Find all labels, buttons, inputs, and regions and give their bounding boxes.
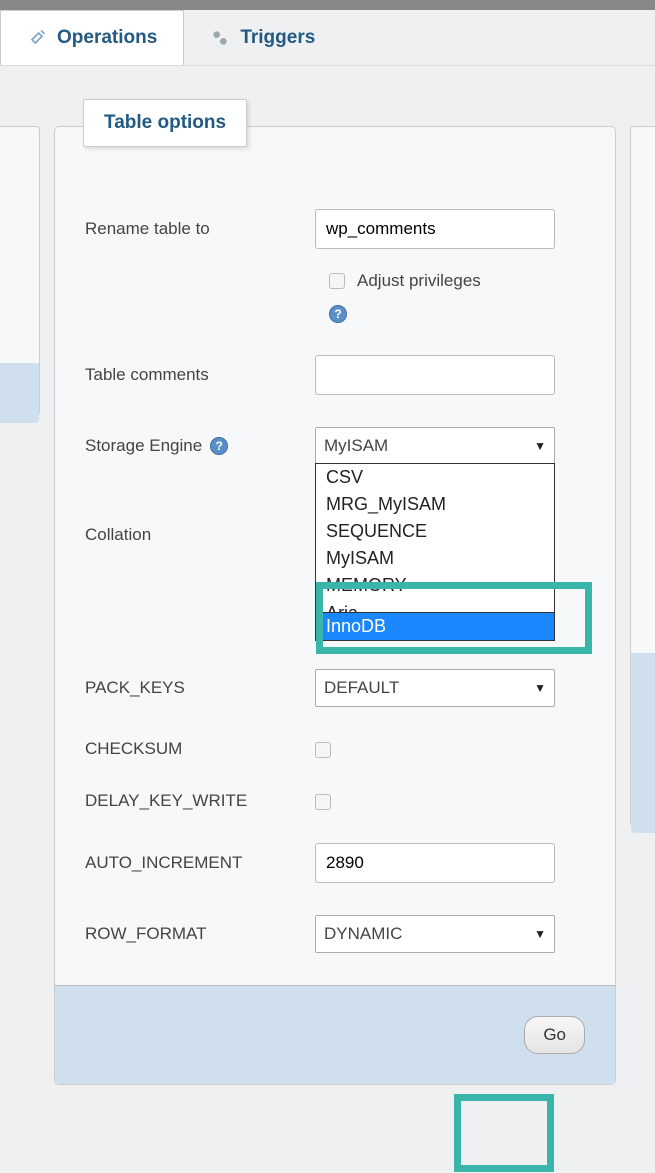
auto-increment-input[interactable] bbox=[315, 843, 555, 883]
tab-triggers-label: Triggers bbox=[240, 27, 315, 49]
tab-bar: Operations Triggers bbox=[0, 10, 655, 66]
delay-key-write-checkbox[interactable] bbox=[315, 794, 331, 810]
chevron-down-icon: ▼ bbox=[534, 681, 546, 695]
storage-engine-label: Storage Engine ? bbox=[85, 436, 315, 456]
adjust-privileges-label: Adjust privileges bbox=[357, 271, 481, 291]
storage-engine-value: MyISAM bbox=[324, 436, 388, 456]
comments-label: Table comments bbox=[85, 365, 315, 385]
tab-operations-label: Operations bbox=[57, 27, 157, 49]
help-icon[interactable]: ? bbox=[329, 305, 347, 323]
engine-option-myisam[interactable]: MyISAM bbox=[316, 545, 554, 572]
engine-option-mrg-myisam[interactable]: MRG_MyISAM bbox=[316, 491, 554, 518]
field-comments: Table comments bbox=[85, 355, 585, 395]
auto-increment-label: AUTO_INCREMENT bbox=[85, 853, 315, 873]
adjacent-panel-left bbox=[0, 126, 40, 416]
storage-engine-select[interactable]: MyISAM ▼ bbox=[315, 427, 555, 465]
pack-keys-value: DEFAULT bbox=[324, 678, 399, 698]
annotation-highlight-go bbox=[454, 1094, 554, 1172]
field-auto-increment: AUTO_INCREMENT bbox=[85, 843, 585, 883]
rename-label: Rename table to bbox=[85, 219, 315, 239]
engine-option-csv[interactable]: CSV bbox=[316, 464, 554, 491]
wrench-icon bbox=[27, 28, 47, 48]
help-icon[interactable]: ? bbox=[210, 437, 228, 455]
storage-engine-dropdown: CSV MRG_MyISAM SEQUENCE MyISAM MEMORY Ar… bbox=[315, 463, 555, 641]
engine-option-sequence[interactable]: SEQUENCE bbox=[316, 518, 554, 545]
engine-option-aria[interactable]: Aria bbox=[316, 599, 554, 613]
chevron-down-icon: ▼ bbox=[534, 927, 546, 941]
rename-input[interactable] bbox=[315, 209, 555, 249]
table-options-panel: Table options Rename table to Adjust pri… bbox=[54, 126, 616, 1085]
field-row-format: ROW_FORMAT DYNAMIC ▼ bbox=[85, 915, 585, 953]
field-delay-key-write: DELAY_KEY_WRITE bbox=[85, 791, 585, 811]
field-storage-engine: Storage Engine ? MyISAM ▼ CSV MRG_MyISAM… bbox=[85, 427, 585, 465]
chevron-down-icon: ▼ bbox=[534, 439, 546, 453]
tab-operations[interactable]: Operations bbox=[0, 10, 184, 65]
content-area: Table options Rename table to Adjust pri… bbox=[0, 66, 655, 1105]
adjust-privileges-row: Adjust privileges bbox=[329, 271, 585, 291]
window-top-bar bbox=[0, 0, 655, 10]
checksum-label: CHECKSUM bbox=[85, 739, 315, 759]
panel-title-wrap: Table options bbox=[83, 99, 247, 147]
adjust-privileges-checkbox[interactable] bbox=[329, 273, 345, 289]
field-rename: Rename table to bbox=[85, 209, 585, 249]
delay-key-write-label: DELAY_KEY_WRITE bbox=[85, 791, 315, 811]
row-format-label: ROW_FORMAT bbox=[85, 924, 315, 944]
panel-footer: Go bbox=[55, 985, 615, 1084]
comments-input[interactable] bbox=[315, 355, 555, 395]
adjacent-panel-right bbox=[630, 126, 655, 826]
pack-keys-label: PACK_KEYS bbox=[85, 678, 315, 698]
field-pack-keys: PACK_KEYS DEFAULT ▼ bbox=[85, 669, 585, 707]
engine-option-memory[interactable]: MEMORY bbox=[316, 572, 554, 599]
field-checksum: CHECKSUM bbox=[85, 739, 585, 759]
engine-option-innodb[interactable]: InnoDB bbox=[316, 613, 554, 640]
row-format-select[interactable]: DYNAMIC ▼ bbox=[315, 915, 555, 953]
pack-keys-select[interactable]: DEFAULT ▼ bbox=[315, 669, 555, 707]
gears-icon bbox=[210, 28, 230, 48]
row-format-value: DYNAMIC bbox=[324, 924, 402, 944]
go-button[interactable]: Go bbox=[524, 1016, 585, 1054]
checksum-checkbox[interactable] bbox=[315, 742, 331, 758]
collation-label: Collation bbox=[85, 525, 315, 545]
tab-triggers[interactable]: Triggers bbox=[184, 10, 341, 65]
panel-title: Table options bbox=[83, 99, 247, 147]
